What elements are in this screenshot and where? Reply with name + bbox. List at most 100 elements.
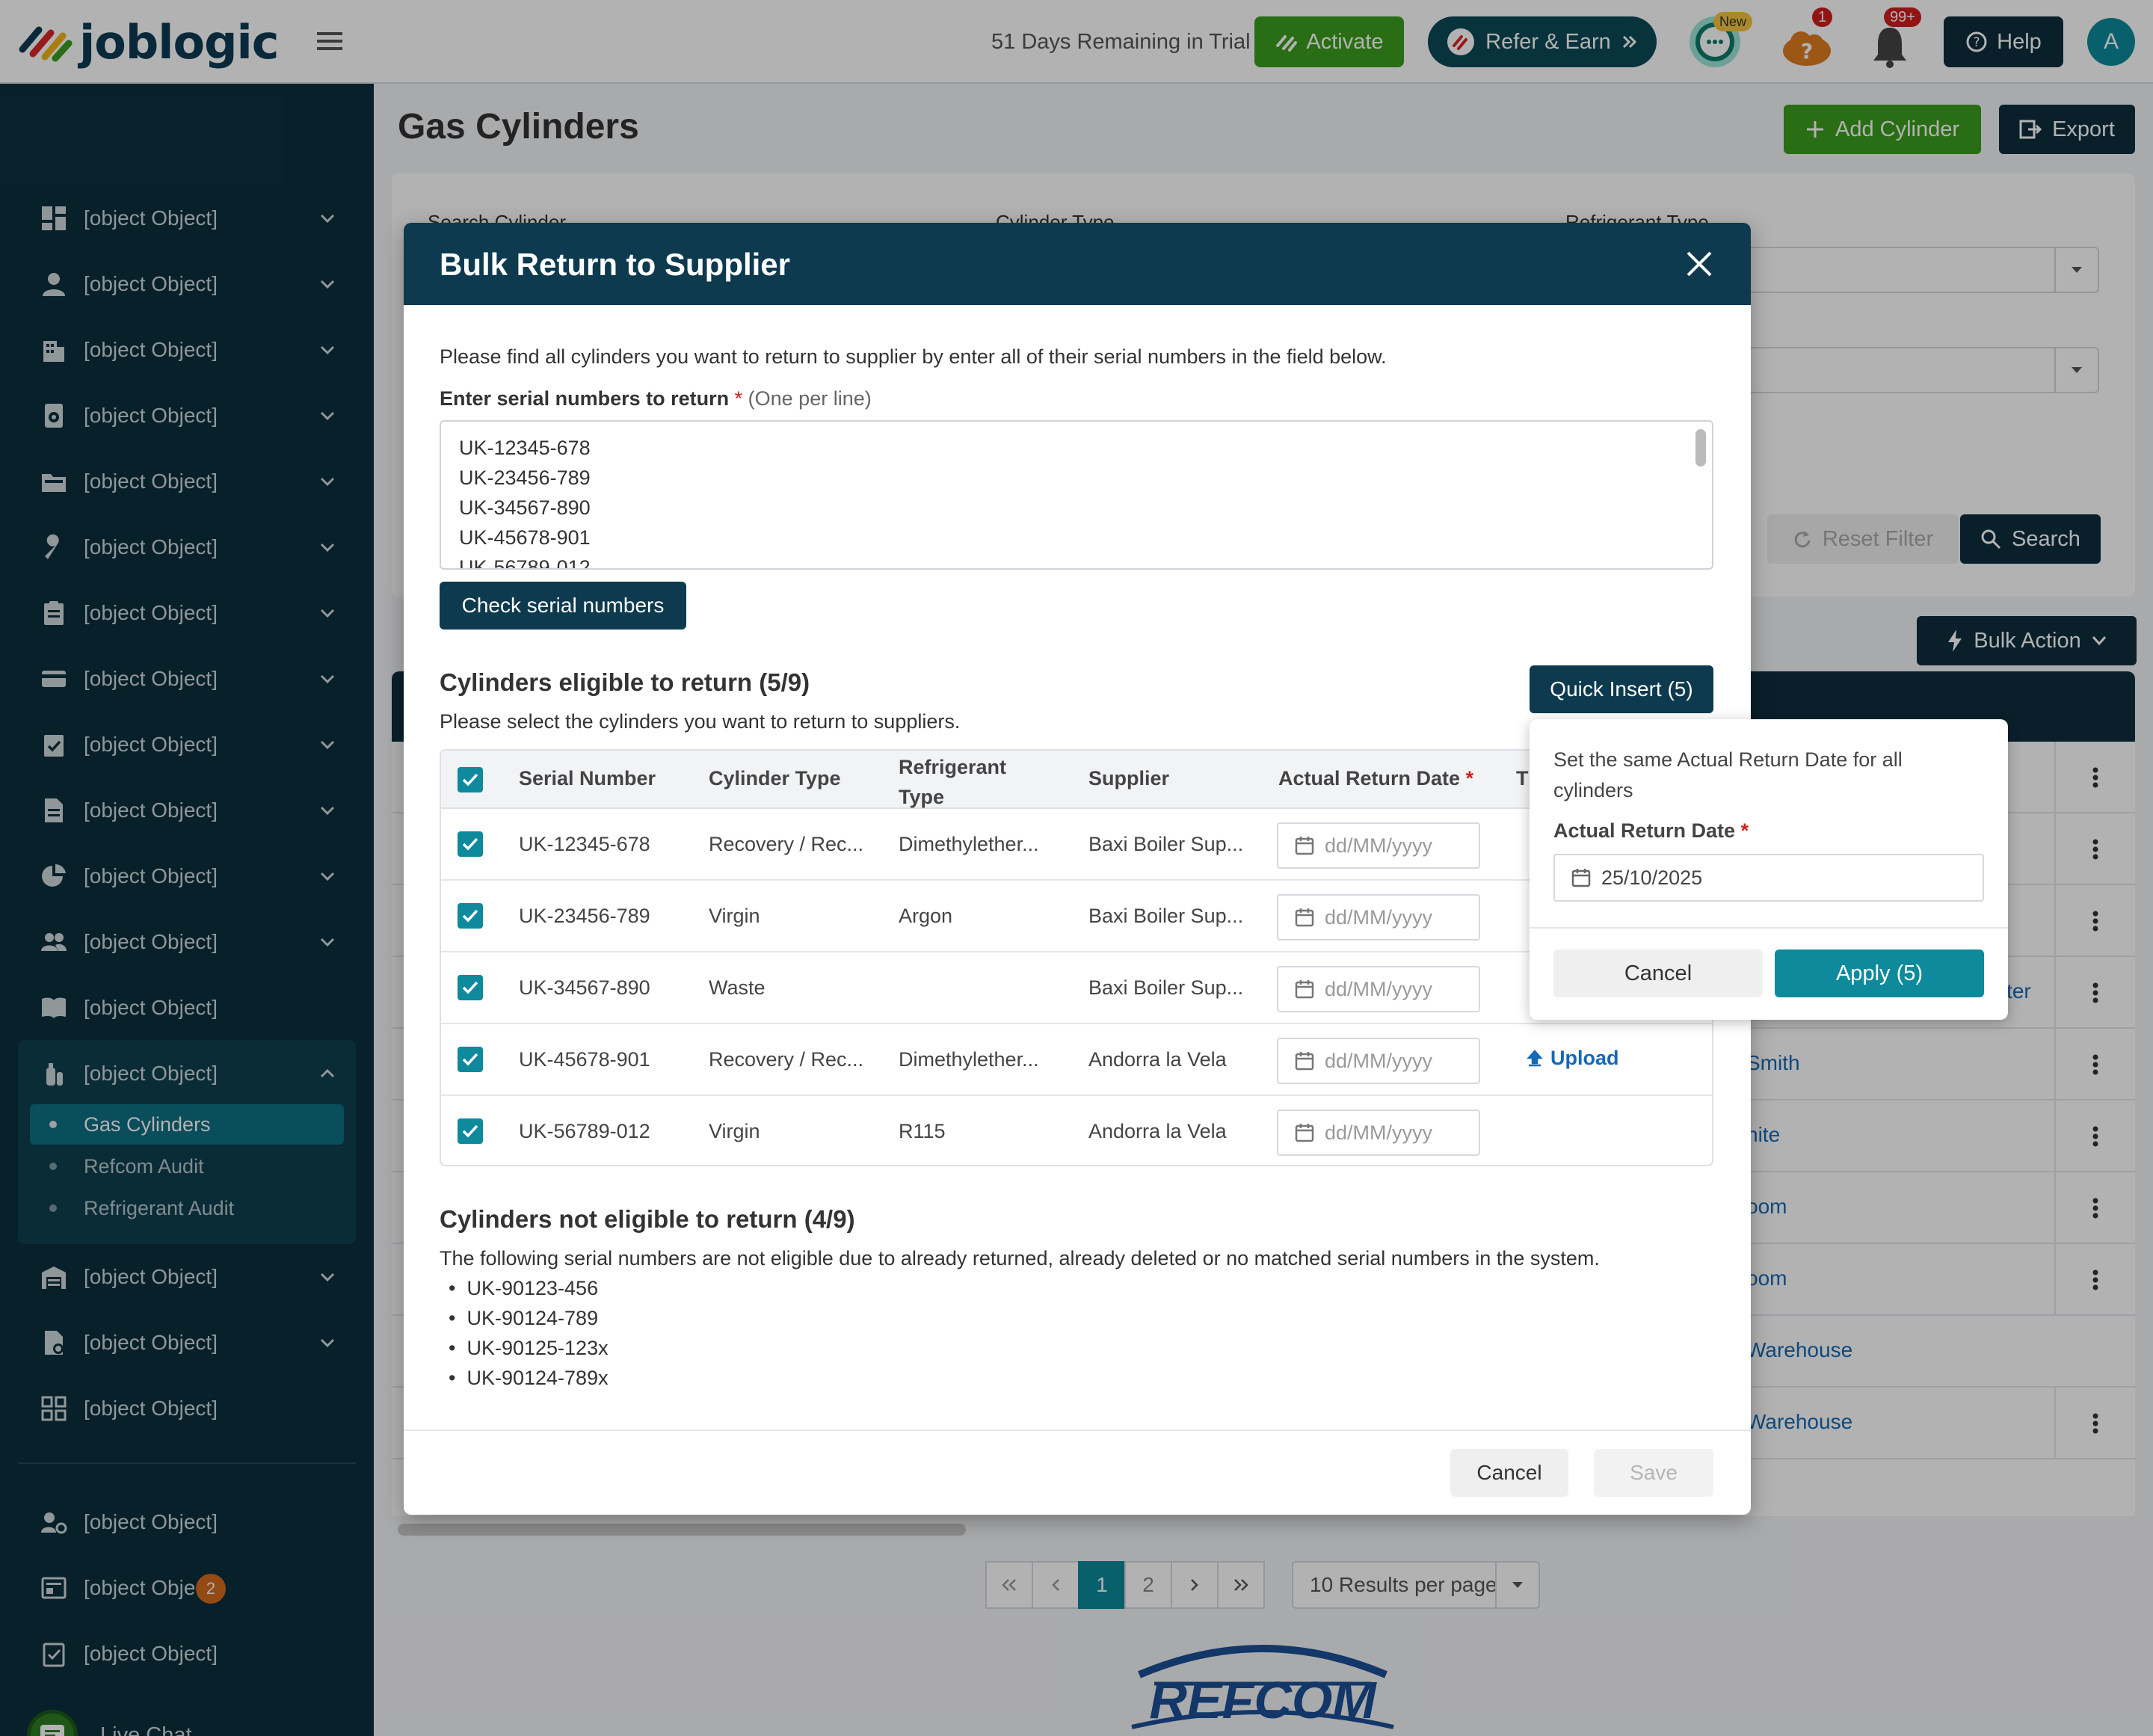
serial-line: UK-45678-901 (459, 526, 591, 549)
quick-insert-date-label-text: Actual Return Date (1553, 819, 1736, 842)
textarea-scrollbar[interactable] (1695, 429, 1706, 467)
calendar-icon (1571, 868, 1591, 887)
col-cylinder-type[interactable]: Cylinder Type (709, 767, 841, 790)
cell-supplier: Baxi Boiler Sup... (1088, 976, 1244, 999)
row-checkbox[interactable] (458, 903, 483, 929)
cell-serial: UK-45678-901 (519, 1048, 650, 1071)
not-eligible-title: Cylinders not eligible to return (4/9) (440, 1205, 855, 1233)
bullet-dot: • (449, 1307, 467, 1329)
cell-supplier: Andorra la Vela (1088, 1120, 1227, 1142)
cell-serial: UK-23456-789 (519, 905, 650, 927)
table-header: Serial Number Cylinder Type Refrigerant … (441, 751, 1712, 812)
date-placeholder: dd/MM/yyyy (1325, 1121, 1433, 1144)
not-eligible-serial: UK-90123-456 (466, 1277, 599, 1299)
date-placeholder: dd/MM/yyyy (1325, 834, 1433, 857)
row-checkbox[interactable] (458, 1118, 483, 1144)
calendar-icon (1295, 1051, 1314, 1071)
select-all-checkbox[interactable] (458, 767, 483, 792)
col-refrigerant-type[interactable]: Refrigerant Type (899, 752, 1011, 812)
col-supplier[interactable]: Supplier (1088, 767, 1169, 790)
required-asterisk: * (1465, 767, 1474, 789)
quick-insert-text: Set the same Actual Return Date for all … (1553, 748, 1903, 801)
table-row: UK-56789-012 Virgin R115 Andorra la Vela dd/… (441, 1096, 1712, 1165)
date-placeholder: dd/MM/yyyy (1325, 905, 1433, 929)
quick-insert-cancel-button[interactable]: Cancel (1553, 949, 1763, 997)
serial-line: UK-23456-789 (459, 467, 591, 489)
col-actual-return-date-text: Actual Return Date (1278, 767, 1461, 789)
table-row: UK-45678-901 Recovery / Rec... Dimethyleth… (441, 1024, 1712, 1096)
list-item: • UK-90125-123x (449, 1337, 609, 1360)
table-row: UK-34567-890 Waste Baxi Boiler Sup... dd/MM… (441, 952, 1712, 1024)
serial-numbers-textarea[interactable]: UK-12345-678 UK-23456-789 UK-34567-890 U… (440, 420, 1713, 570)
list-item: • UK-90123-456 (449, 1277, 598, 1300)
required-asterisk: * (734, 387, 743, 410)
eligible-cylinders-table: Serial Number Cylinder Type Refrigerant … (440, 749, 1713, 1166)
upload-link[interactable]: Upload (1527, 1047, 1619, 1070)
row-checkbox[interactable] (458, 975, 483, 1000)
row-checkbox[interactable] (458, 1047, 483, 1072)
cell-supplier: Baxi Boiler Sup... (1088, 905, 1244, 927)
return-date-input[interactable]: dd/MM/yyyy (1277, 966, 1480, 1012)
cell-cylinder-type: Recovery / Rec... (709, 833, 864, 855)
not-eligible-serial: UK-90125-123x (466, 1337, 609, 1359)
cell-serial: UK-56789-012 (519, 1120, 650, 1142)
bullet-dot: • (449, 1337, 467, 1359)
popover-divider (1530, 927, 2008, 929)
cell-serial: UK-12345-678 (519, 833, 650, 855)
not-eligible-subtitle: The following serial numbers are not eli… (440, 1247, 1600, 1269)
quick-insert-date-input[interactable]: 25/10/2025 (1553, 854, 1984, 902)
quick-insert-apply-button[interactable]: Apply (5) (1775, 949, 1984, 997)
required-asterisk: * (1740, 819, 1749, 842)
quick-insert-date-label: Actual Return Date * (1553, 819, 1749, 843)
cell-refrigerant: Dimethylether... (899, 1048, 1039, 1071)
col-actual-return-date[interactable]: Actual Return Date * (1278, 767, 1473, 790)
quick-insert-popover: Set the same Actual Return Date for all … (1530, 719, 2008, 1020)
calendar-icon (1295, 908, 1314, 927)
modal-footer-divider (404, 1429, 1751, 1431)
serial-hint: (One per line) (748, 387, 872, 410)
quick-insert-button[interactable]: Quick Insert (5) (1530, 665, 1713, 713)
upload-label: Upload (1550, 1047, 1619, 1069)
serial-line: UK-34567-890 (459, 496, 591, 519)
return-date-input[interactable]: dd/MM/yyyy (1277, 822, 1480, 869)
row-checkbox[interactable] (458, 831, 483, 857)
table-row: UK-23456-789 Virgin Argon Baxi Boiler Sup..… (441, 881, 1712, 952)
not-eligible-serial: UK-90124-789 (466, 1307, 599, 1329)
eligible-title: Cylinders eligible to return (5/9) (440, 668, 810, 696)
cell-cylinder-type: Waste (709, 976, 766, 999)
bullet-dot: • (449, 1367, 467, 1389)
cell-refrigerant: Argon (899, 905, 953, 927)
calendar-icon (1295, 979, 1314, 999)
serial-numbers-label: Enter serial numbers to return * (One pe… (440, 387, 872, 410)
modal-header: Bulk Return to Supplier (404, 223, 1751, 305)
cell-supplier: Andorra la Vela (1088, 1048, 1227, 1071)
serial-line: UK-56789-012 (459, 556, 591, 570)
check-serial-numbers-button[interactable]: Check serial numbers (440, 582, 686, 630)
return-date-input[interactable]: dd/MM/yyyy (1277, 1038, 1480, 1084)
cancel-button[interactable]: Cancel (1450, 1449, 1568, 1497)
calendar-icon (1295, 1123, 1314, 1142)
list-item: • UK-90124-789x (449, 1367, 609, 1390)
cell-refrigerant: Dimethylether... (899, 833, 1039, 855)
list-item: • UK-90124-789 (449, 1307, 598, 1330)
quick-insert-date-value: 25/10/2025 (1601, 866, 1703, 889)
return-date-input[interactable]: dd/MM/yyyy (1277, 1109, 1480, 1156)
close-icon[interactable] (1684, 248, 1715, 280)
cell-cylinder-type: Recovery / Rec... (709, 1048, 864, 1071)
date-placeholder: dd/MM/yyyy (1325, 977, 1433, 1000)
col-serial-number[interactable]: Serial Number (519, 767, 656, 790)
date-placeholder: dd/MM/yyyy (1325, 1049, 1433, 1072)
save-button[interactable]: Save (1594, 1449, 1713, 1497)
not-eligible-serial: UK-90124-789x (466, 1367, 609, 1389)
col-truncated[interactable]: T (1516, 767, 1529, 790)
return-date-input[interactable]: dd/MM/yyyy (1277, 894, 1480, 941)
modal-title: Bulk Return to Supplier (440, 247, 791, 282)
cell-refrigerant: R115 (899, 1120, 946, 1142)
serial-label-text: Enter serial numbers to return (440, 387, 730, 410)
cell-cylinder-type: Virgin (709, 1120, 760, 1142)
upload-icon (1527, 1049, 1543, 1068)
cell-cylinder-type: Virgin (709, 905, 760, 927)
calendar-icon (1295, 836, 1314, 855)
bullet-dot: • (449, 1277, 467, 1299)
table-row: UK-12345-678 Recovery / Rec... Dimethyleth… (441, 809, 1712, 881)
